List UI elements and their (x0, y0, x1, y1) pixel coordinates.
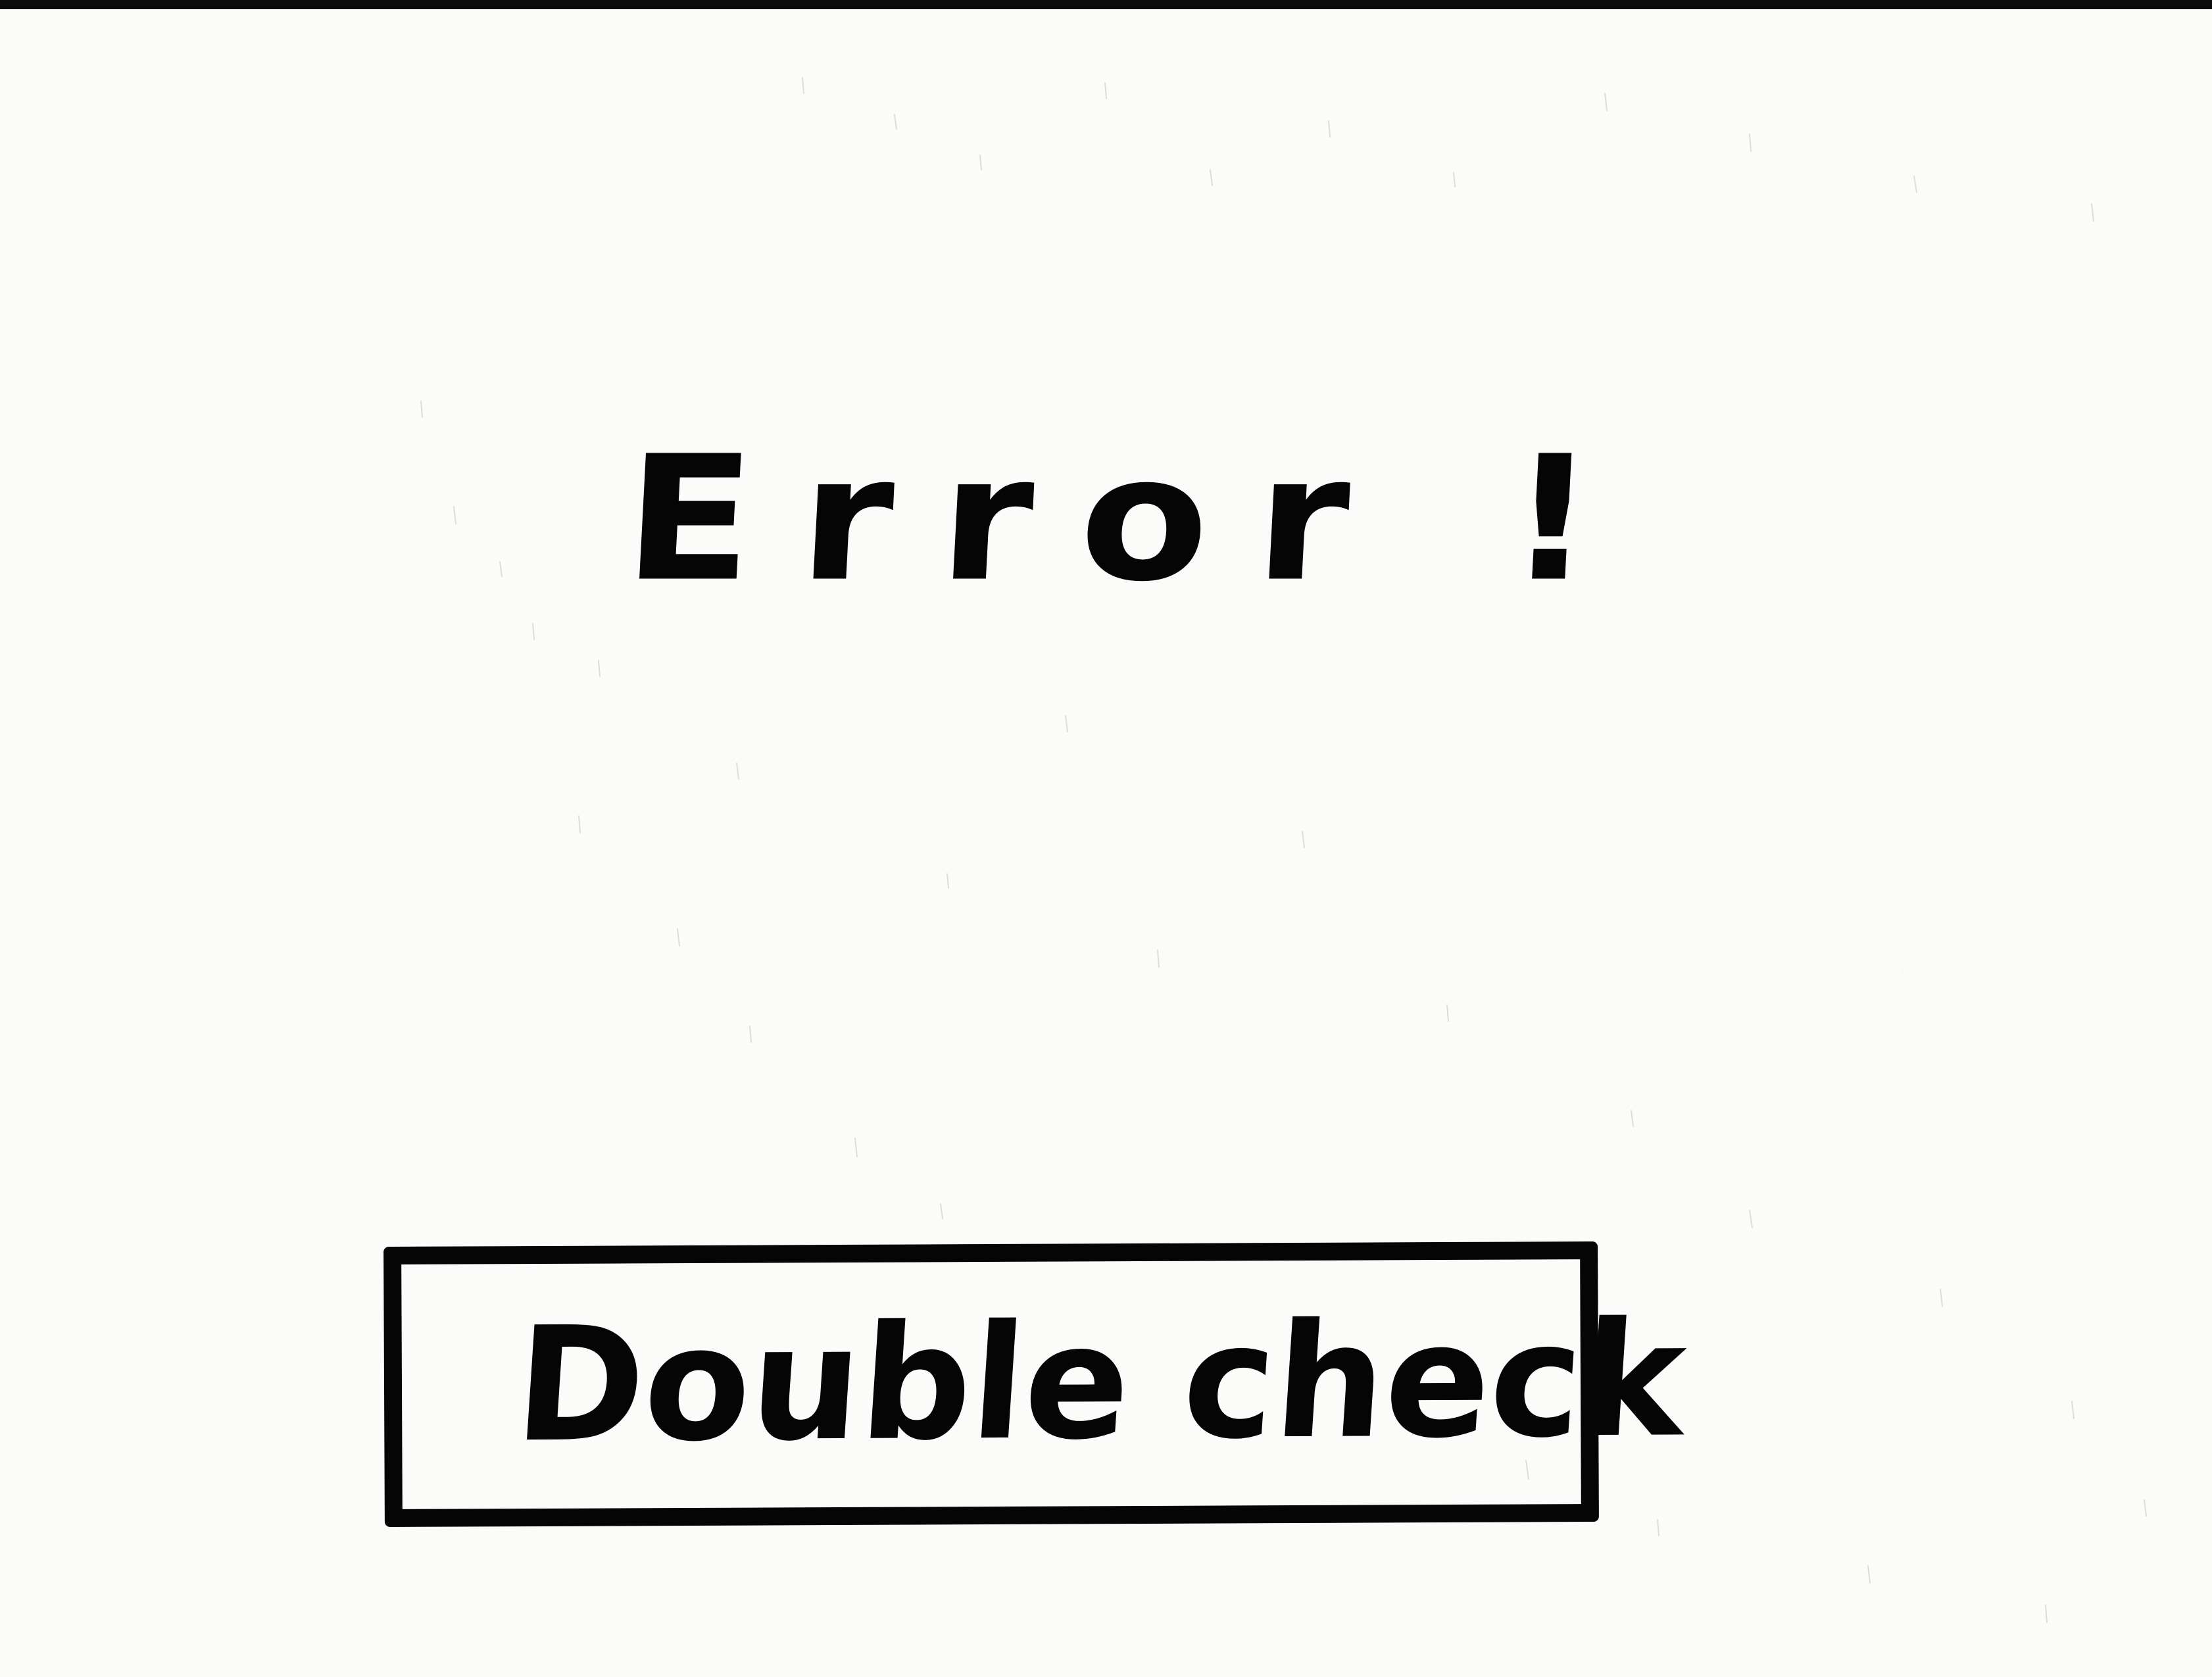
error-title: Error ! (620, 418, 1647, 620)
top-border-line (0, 0, 2212, 9)
error-screen: Error ! Double check (0, 0, 2212, 1677)
double-check-button[interactable]: Double check (383, 1241, 1691, 1528)
double-check-button-label: Double check (510, 1288, 1691, 1478)
